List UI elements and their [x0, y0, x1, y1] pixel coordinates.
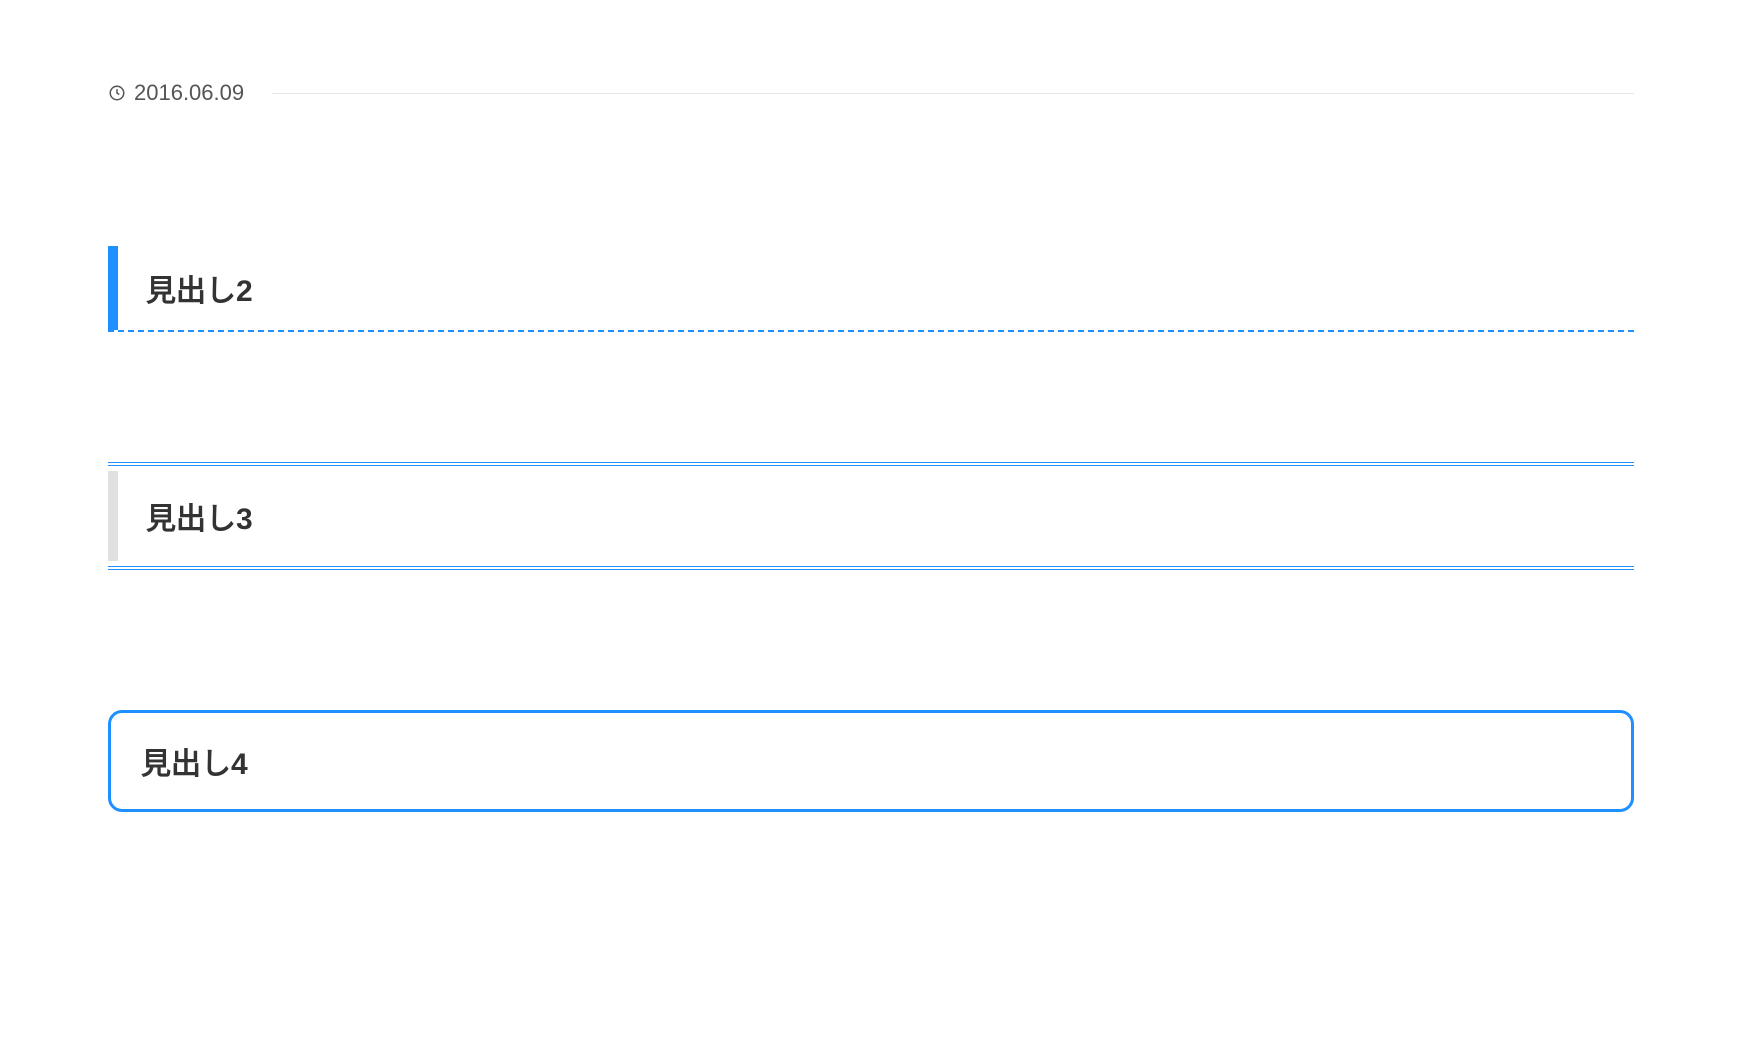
- heading4-text: 見出し4: [141, 748, 248, 781]
- heading2-text: 見出し2: [146, 275, 253, 308]
- clock-icon: [108, 84, 126, 102]
- heading3-text: 見出し3: [146, 503, 253, 536]
- content-container: 2016.06.09 見出し2 見出し3 見出し4: [0, 0, 1742, 932]
- heading3-section: 見出し3: [108, 462, 1634, 570]
- heading2-section: 見出し2: [108, 246, 1634, 332]
- heading-level-4: 見出し4: [108, 710, 1634, 812]
- post-date: 2016.06.09: [134, 80, 244, 106]
- date-row: 2016.06.09: [108, 80, 1634, 106]
- divider-line: [272, 93, 1634, 94]
- heading-level-3: 見出し3: [108, 462, 1634, 570]
- heading-level-2: 見出し2: [108, 246, 1634, 332]
- heading4-section: 見出し4: [108, 710, 1634, 812]
